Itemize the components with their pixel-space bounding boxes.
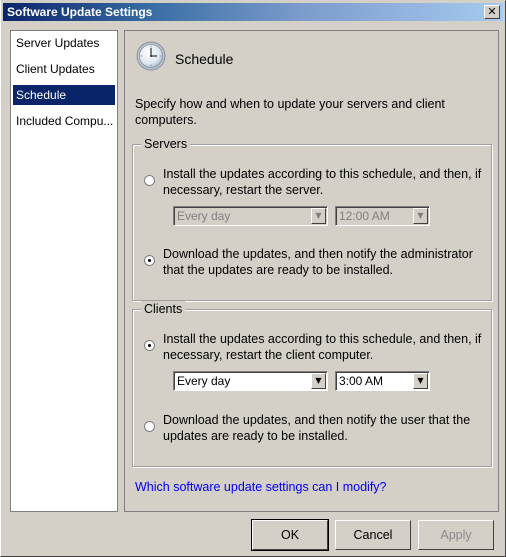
clients-notify-radio[interactable] [144, 421, 155, 432]
clients-day-select[interactable]: Every day ▼ [173, 371, 328, 391]
servers-time-select[interactable]: 12:00 AM ▼ [335, 206, 430, 226]
clients-install-label[interactable]: Install the updates according to this sc… [163, 331, 483, 363]
servers-day-value: Every day [177, 209, 231, 223]
nav-item-schedule[interactable]: Schedule [13, 85, 115, 105]
help-link[interactable]: Which software update settings can I mod… [135, 480, 387, 494]
nav-item-client-updates[interactable]: Client Updates [13, 59, 115, 79]
clients-time-select[interactable]: 3:00 AM ▼ [335, 371, 430, 391]
servers-group: Servers Install the updates according to… [132, 136, 492, 301]
chevron-down-icon[interactable]: ▼ [413, 208, 428, 224]
servers-time-value: 12:00 AM [339, 209, 390, 223]
window-title: Software Update Settings [7, 5, 153, 19]
servers-notify-radio[interactable] [144, 255, 155, 266]
settings-panel: Schedule Specify how and when to update … [124, 30, 499, 512]
nav-item-included-computers[interactable]: Included Compu... [13, 111, 115, 131]
clients-day-value: Every day [177, 374, 231, 388]
cancel-button[interactable]: Cancel [335, 520, 411, 550]
chevron-down-icon[interactable]: ▼ [311, 373, 326, 389]
page-heading: Schedule [175, 51, 234, 67]
clients-time-value: 3:00 AM [339, 374, 384, 388]
navigation-list: Server Updates Client Updates Schedule I… [10, 30, 118, 512]
nav-item-server-updates[interactable]: Server Updates [13, 33, 115, 53]
servers-day-select[interactable]: Every day ▼ [173, 206, 328, 226]
apply-button[interactable]: Apply [418, 520, 494, 550]
dialog-window: Software Update Settings ✕ Server Update… [0, 0, 506, 557]
ok-button[interactable]: OK [251, 519, 329, 551]
servers-notify-label[interactable]: Download the updates, and then notify th… [163, 246, 483, 278]
radio-selected-dot [148, 259, 151, 262]
servers-group-label: Servers [141, 136, 191, 152]
chevron-down-icon[interactable]: ▼ [311, 208, 326, 224]
title-bar[interactable]: Software Update Settings ✕ [3, 3, 503, 21]
radio-selected-dot [148, 344, 151, 347]
close-icon: ✕ [487, 5, 497, 18]
chevron-down-icon[interactable]: ▼ [413, 373, 428, 389]
servers-install-radio[interactable] [144, 175, 155, 186]
clients-notify-label[interactable]: Download the updates, and then notify th… [163, 412, 483, 444]
clients-install-radio[interactable] [144, 340, 155, 351]
clock-icon [136, 41, 166, 71]
clients-group-label: Clients [141, 301, 186, 317]
clients-group: Clients Install the updates according to… [132, 301, 492, 467]
close-button[interactable]: ✕ [484, 5, 500, 19]
servers-install-label[interactable]: Install the updates according to this sc… [163, 166, 483, 198]
page-description: Specify how and when to update your serv… [135, 97, 445, 127]
